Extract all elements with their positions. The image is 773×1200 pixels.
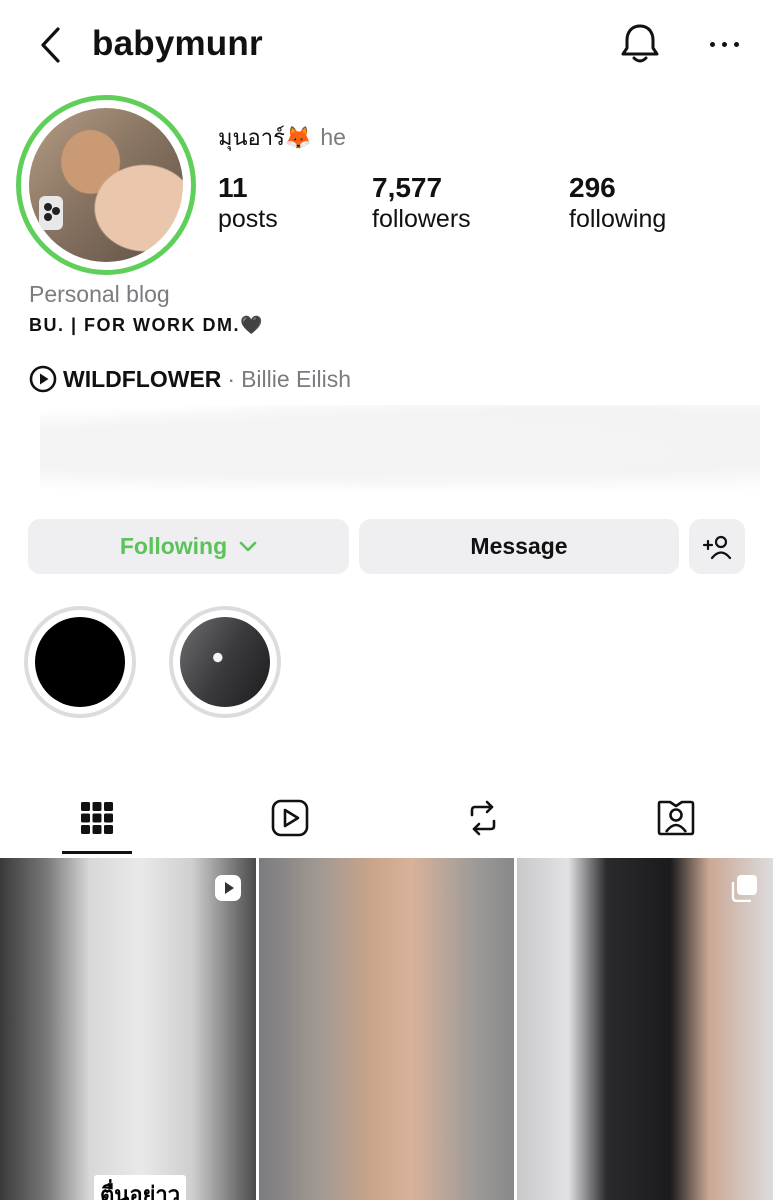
display-name: มุนอาร์🦊 (218, 125, 313, 150)
stat-posts-label: posts (218, 205, 278, 233)
stat-followers[interactable]: 7,577 followers (372, 172, 471, 234)
tab-reels[interactable] (193, 780, 386, 856)
stat-posts-number: 11 (218, 172, 248, 203)
music-title: WILDFLOWER (63, 365, 222, 392)
stat-following-label: following (569, 205, 667, 233)
post-thumbnail[interactable]: ตื่นอย่าว (0, 858, 256, 1200)
profile-avatar-story-ring[interactable] (16, 95, 196, 275)
add-user-icon (702, 535, 732, 559)
music-artist: Billie Eilish (241, 365, 352, 392)
repost-icon (470, 800, 495, 836)
more-options-button[interactable] (700, 24, 748, 64)
profile-username: babymunr (92, 24, 263, 63)
chevron-left-icon (41, 27, 60, 63)
bell-icon (621, 24, 659, 63)
profile-category: Personal blog (29, 281, 170, 307)
highlight-cover (35, 617, 125, 707)
suggested-users-button[interactable] (689, 519, 745, 574)
message-label: Message (470, 533, 568, 559)
play-circle-icon (29, 365, 57, 393)
display-name-row: มุนอาร์🦊 he (218, 120, 346, 155)
following-button[interactable]: Following (28, 519, 349, 574)
stat-posts[interactable]: 11 posts (218, 172, 278, 234)
stat-followers-label: followers (372, 205, 471, 233)
active-tab-indicator (62, 851, 132, 854)
reel-badge-icon (215, 875, 241, 901)
profile-bio: BU. | FOR WORK DM.🖤 (29, 315, 264, 335)
notifications-button[interactable] (616, 20, 664, 68)
tab-tagged[interactable] (579, 780, 772, 856)
grid-icon (80, 802, 113, 834)
music-separator: · (227, 365, 236, 392)
top-bar: babymunr (0, 0, 773, 90)
post-caption-overlay: ตื่นอย่าว (94, 1175, 187, 1200)
carousel-badge-icon (731, 875, 757, 902)
pronoun: he (320, 124, 346, 150)
tab-reposts[interactable] (386, 780, 579, 856)
post-thumbnail[interactable] (259, 858, 514, 1200)
avatar (29, 108, 183, 262)
profile-music[interactable]: WILDFLOWER · Billie Eilish (29, 364, 351, 394)
tab-posts-grid[interactable] (0, 780, 193, 856)
more-horizontal-icon (709, 41, 715, 47)
blurred-region (40, 405, 760, 495)
reels-icon (271, 799, 308, 837)
chevron-down-icon (239, 541, 257, 551)
back-button[interactable] (30, 22, 70, 68)
following-label: Following (119, 533, 228, 559)
stat-followers-number: 7,577 (372, 172, 443, 203)
highlight-cover (180, 617, 270, 707)
stat-following[interactable]: 296 following (569, 172, 666, 234)
stat-following-number: 296 (569, 172, 616, 203)
posts-grid: ตื่นอย่าว (0, 858, 773, 1200)
phone-in-photo (39, 196, 63, 230)
profile-tabs (0, 780, 773, 856)
message-button[interactable]: Message (359, 519, 679, 574)
story-highlight[interactable] (169, 606, 281, 718)
tagged-user-icon (657, 800, 694, 836)
post-thumbnail[interactable] (517, 858, 773, 1200)
story-highlight[interactable] (24, 606, 136, 718)
